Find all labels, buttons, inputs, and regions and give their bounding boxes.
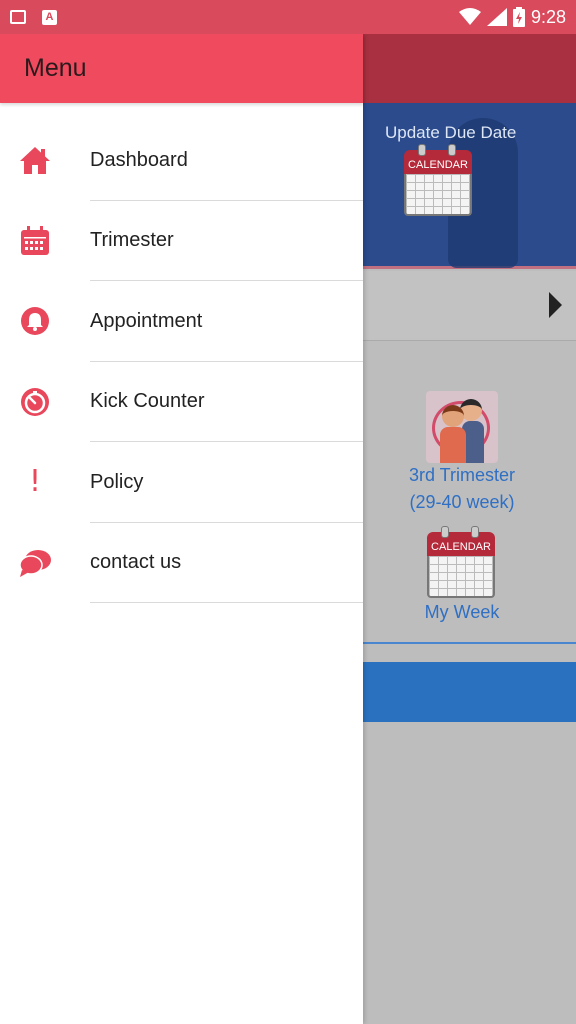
chat-icon xyxy=(18,546,52,580)
menu-list: Dashboard Trimester Appointment Kick Cou… xyxy=(0,120,363,603)
couple-image[interactable] xyxy=(426,391,498,463)
menu-item-label: Trimester xyxy=(90,229,174,252)
status-time: 9:28 xyxy=(530,6,566,27)
blue-action-bar[interactable] xyxy=(362,662,576,722)
drawer-header: Menu xyxy=(0,34,363,103)
calendar-icon xyxy=(18,224,52,258)
menu-item-label: contact us xyxy=(90,551,182,574)
wifi-icon xyxy=(458,8,481,25)
section-divider xyxy=(362,642,576,644)
menu-item-label: Policy xyxy=(90,470,144,493)
menu-item-trimester[interactable]: Trimester xyxy=(0,201,363,281)
trimester-link[interactable]: 3rd Trimester (29-40 week) xyxy=(390,462,534,516)
exclamation-icon: ! xyxy=(28,464,42,500)
bell-icon xyxy=(18,304,52,338)
menu-item-appointment[interactable]: Appointment xyxy=(0,281,363,362)
my-week-link[interactable]: My Week xyxy=(410,602,514,623)
battery-icon xyxy=(512,7,525,27)
menu-item-label: Kick Counter xyxy=(90,390,205,413)
menu-item-label: Appointment xyxy=(90,309,203,332)
menu-item-kick-counter[interactable]: Kick Counter xyxy=(0,362,363,442)
menu-item-label: Dashboard xyxy=(90,148,188,171)
menu-item-dashboard[interactable]: Dashboard xyxy=(0,120,363,201)
calendar-label: CALENDAR xyxy=(431,541,491,553)
a-icon: A xyxy=(42,9,57,25)
drawer-title: Menu xyxy=(24,54,87,82)
play-arrow-icon[interactable] xyxy=(549,292,562,318)
calendar-icon[interactable]: CALENDAR xyxy=(404,144,472,216)
trimester-title: 3rd Trimester xyxy=(408,465,516,485)
timer-icon xyxy=(18,385,52,419)
menu-item-policy[interactable]: ! Policy xyxy=(0,442,363,523)
image-icon xyxy=(10,10,26,24)
my-week-calendar-icon[interactable]: CALENDAR xyxy=(427,526,495,598)
menu-item-contact-us[interactable]: contact us xyxy=(0,523,363,603)
navigation-drawer: Menu Dashboard Trimester Appointment Kic… xyxy=(0,34,363,1024)
trimester-weeks: (29-40 week) xyxy=(409,492,515,512)
update-due-date-label[interactable]: Update Due Date xyxy=(385,123,516,143)
calendar-label: CALENDAR xyxy=(408,159,468,171)
status-bar: A 9:28 xyxy=(0,0,576,34)
signal-icon xyxy=(486,8,507,26)
home-icon xyxy=(18,143,52,177)
